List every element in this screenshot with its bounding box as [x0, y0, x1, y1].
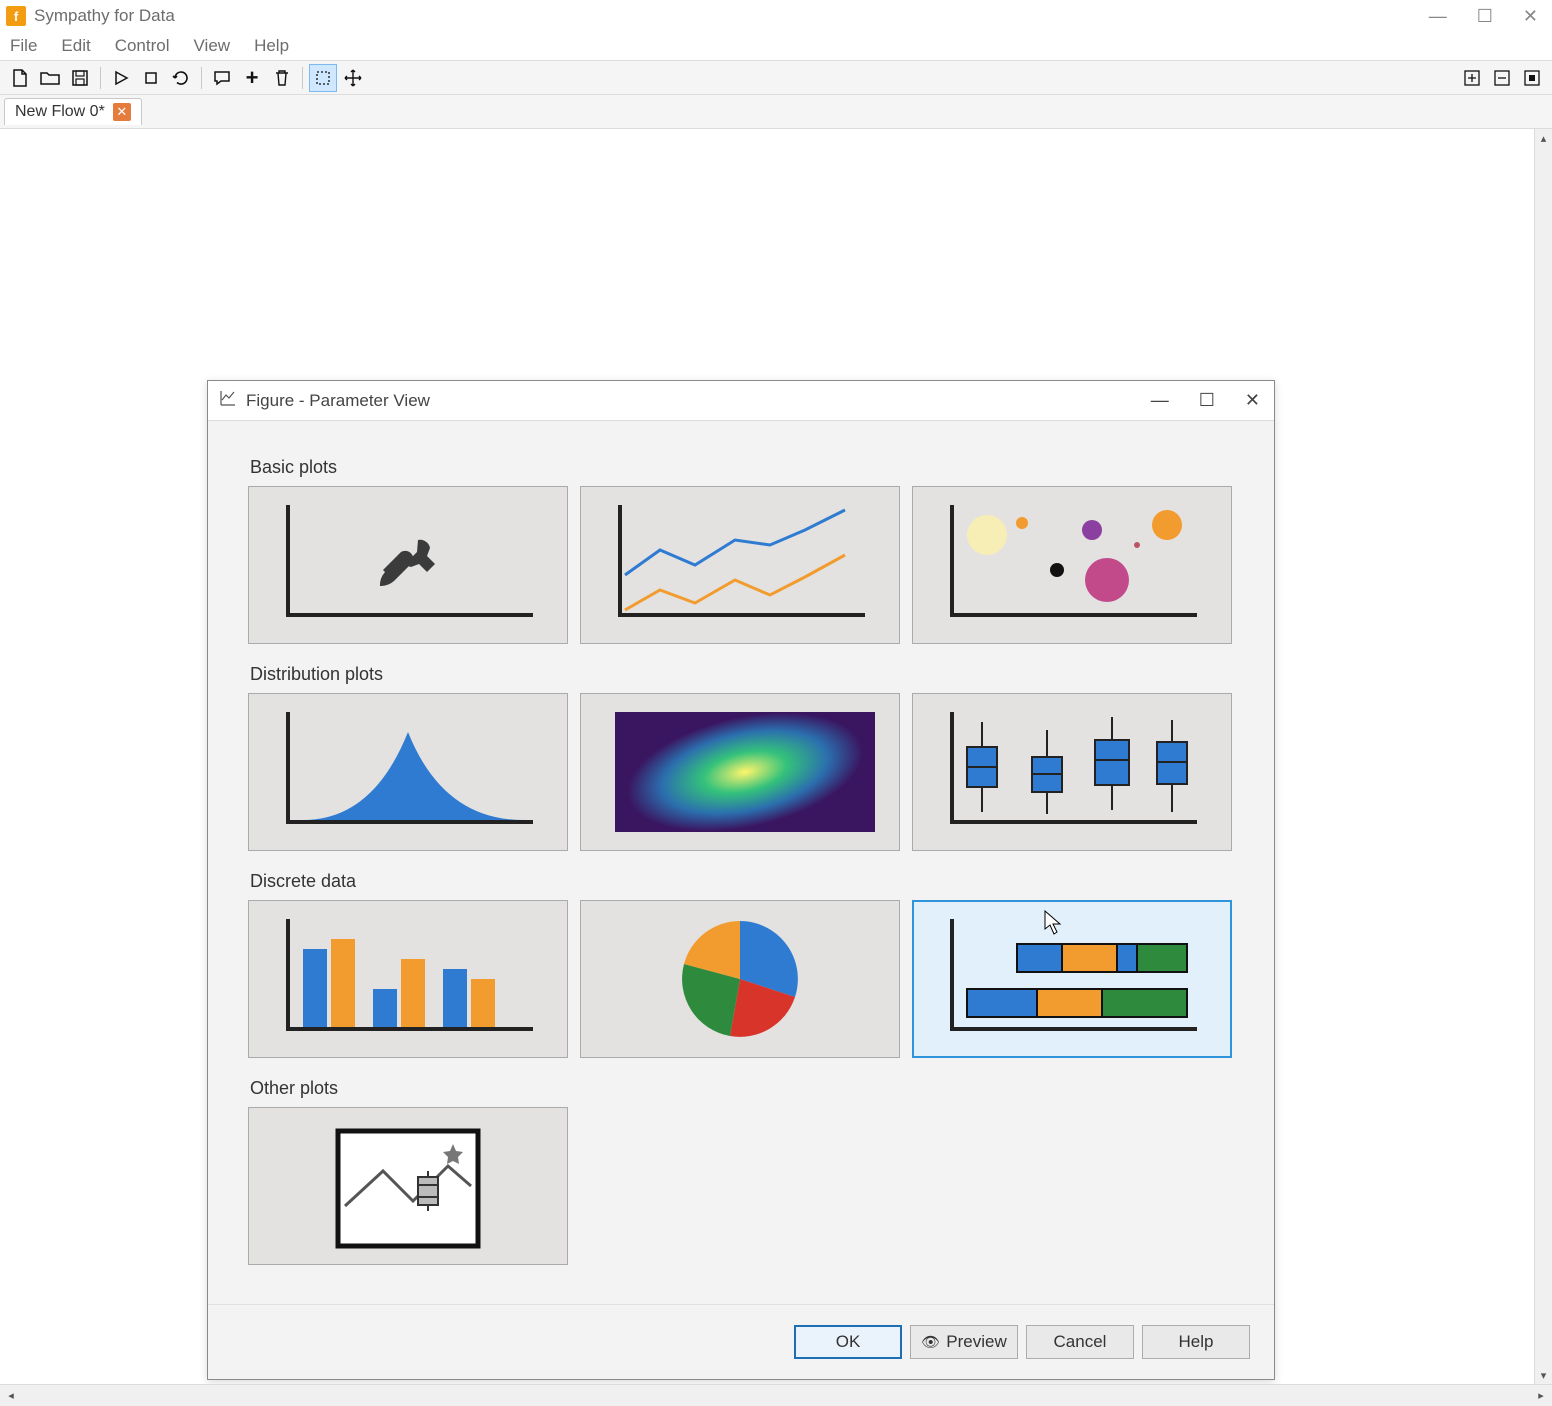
boxplot-plot-card[interactable] — [912, 693, 1232, 851]
horizontal-scrollbar[interactable]: ◂ ▸ — [0, 1384, 1552, 1406]
dialog-close-icon[interactable]: ✕ — [1245, 390, 1260, 411]
pie-plot-card[interactable] — [580, 900, 900, 1058]
stop-icon[interactable] — [137, 64, 165, 92]
section-distribution-label: Distribution plots — [250, 664, 1234, 685]
tab-new-flow[interactable]: New Flow 0* ✕ — [4, 98, 142, 125]
menu-control[interactable]: Control — [115, 36, 170, 56]
add-icon[interactable]: + — [238, 64, 266, 92]
help-button-label: Help — [1179, 1332, 1214, 1352]
ok-button-label: OK — [836, 1332, 861, 1352]
figure-dialog: Figure - Parameter View — ☐ ✕ Basic plot… — [207, 380, 1275, 1380]
scroll-left-icon[interactable]: ◂ — [0, 1385, 22, 1406]
dialog-body: Basic plots — [208, 421, 1274, 1304]
tab-close-icon[interactable]: ✕ — [113, 103, 131, 121]
main-titlebar: f Sympathy for Data — ☐ ✕ — [0, 0, 1552, 32]
fit-icon[interactable] — [1518, 64, 1546, 92]
menu-view[interactable]: View — [194, 36, 231, 56]
maximize-icon[interactable]: ☐ — [1477, 6, 1493, 27]
heatmap-plot-card[interactable] — [580, 693, 900, 851]
app-icon: f — [6, 6, 26, 26]
section-other-label: Other plots — [250, 1078, 1234, 1099]
select-area-icon[interactable] — [309, 64, 337, 92]
zoom-out-icon[interactable] — [1488, 64, 1516, 92]
app-title: Sympathy for Data — [34, 6, 175, 26]
preview-button[interactable]: 👁 Preview — [910, 1325, 1018, 1359]
image-plot-card[interactable] — [248, 1107, 568, 1265]
menu-file[interactable]: File — [10, 36, 37, 56]
zoom-in-icon[interactable] — [1458, 64, 1486, 92]
section-discrete-label: Discrete data — [250, 871, 1234, 892]
section-basic-label: Basic plots — [250, 457, 1234, 478]
eye-icon: 👁 — [921, 1333, 940, 1351]
menu-edit[interactable]: Edit — [61, 36, 90, 56]
delete-icon[interactable] — [268, 64, 296, 92]
save-file-icon[interactable] — [66, 64, 94, 92]
close-icon[interactable]: ✕ — [1523, 6, 1538, 27]
minimize-icon[interactable]: — — [1429, 6, 1447, 27]
canvas[interactable]: ▴ ▾ Figure - Parameter View — ☐ ✕ Basic … — [0, 129, 1552, 1384]
histogram-plot-card[interactable] — [248, 693, 568, 851]
scroll-right-icon[interactable]: ▸ — [1530, 1385, 1552, 1406]
toolbar: + — [0, 60, 1552, 95]
dialog-buttons: OK 👁 Preview Cancel Help — [208, 1304, 1274, 1379]
preview-button-label: Preview — [946, 1332, 1006, 1352]
dialog-titlebar: Figure - Parameter View — ☐ ✕ — [208, 381, 1274, 421]
help-button[interactable]: Help — [1142, 1325, 1250, 1359]
empty-plot-card[interactable] — [248, 486, 568, 644]
scatter-plot-card[interactable] — [912, 486, 1232, 644]
cancel-button-label: Cancel — [1054, 1332, 1107, 1352]
tab-label: New Flow 0* — [15, 103, 105, 121]
menubar: File Edit Control View Help — [0, 32, 1552, 60]
vertical-scrollbar[interactable]: ▴ ▾ — [1534, 129, 1552, 1384]
scroll-up-icon[interactable]: ▴ — [1535, 129, 1552, 147]
pan-icon[interactable] — [339, 64, 367, 92]
dialog-chart-icon — [218, 388, 238, 413]
timeline-plot-card[interactable] — [912, 900, 1232, 1058]
reload-icon[interactable] — [167, 64, 195, 92]
chat-icon[interactable] — [208, 64, 236, 92]
ok-button[interactable]: OK — [794, 1325, 902, 1359]
dialog-title: Figure - Parameter View — [246, 391, 430, 411]
tabbar: New Flow 0* ✕ — [0, 95, 1552, 129]
new-file-icon[interactable] — [6, 64, 34, 92]
menu-help[interactable]: Help — [254, 36, 289, 56]
cancel-button[interactable]: Cancel — [1026, 1325, 1134, 1359]
line-plot-card[interactable] — [580, 486, 900, 644]
open-file-icon[interactable] — [36, 64, 64, 92]
bar-plot-card[interactable] — [248, 900, 568, 1058]
dialog-maximize-icon[interactable]: ☐ — [1199, 390, 1215, 411]
dialog-minimize-icon[interactable]: — — [1151, 390, 1169, 411]
scroll-down-icon[interactable]: ▾ — [1535, 1366, 1552, 1384]
run-icon[interactable] — [107, 64, 135, 92]
